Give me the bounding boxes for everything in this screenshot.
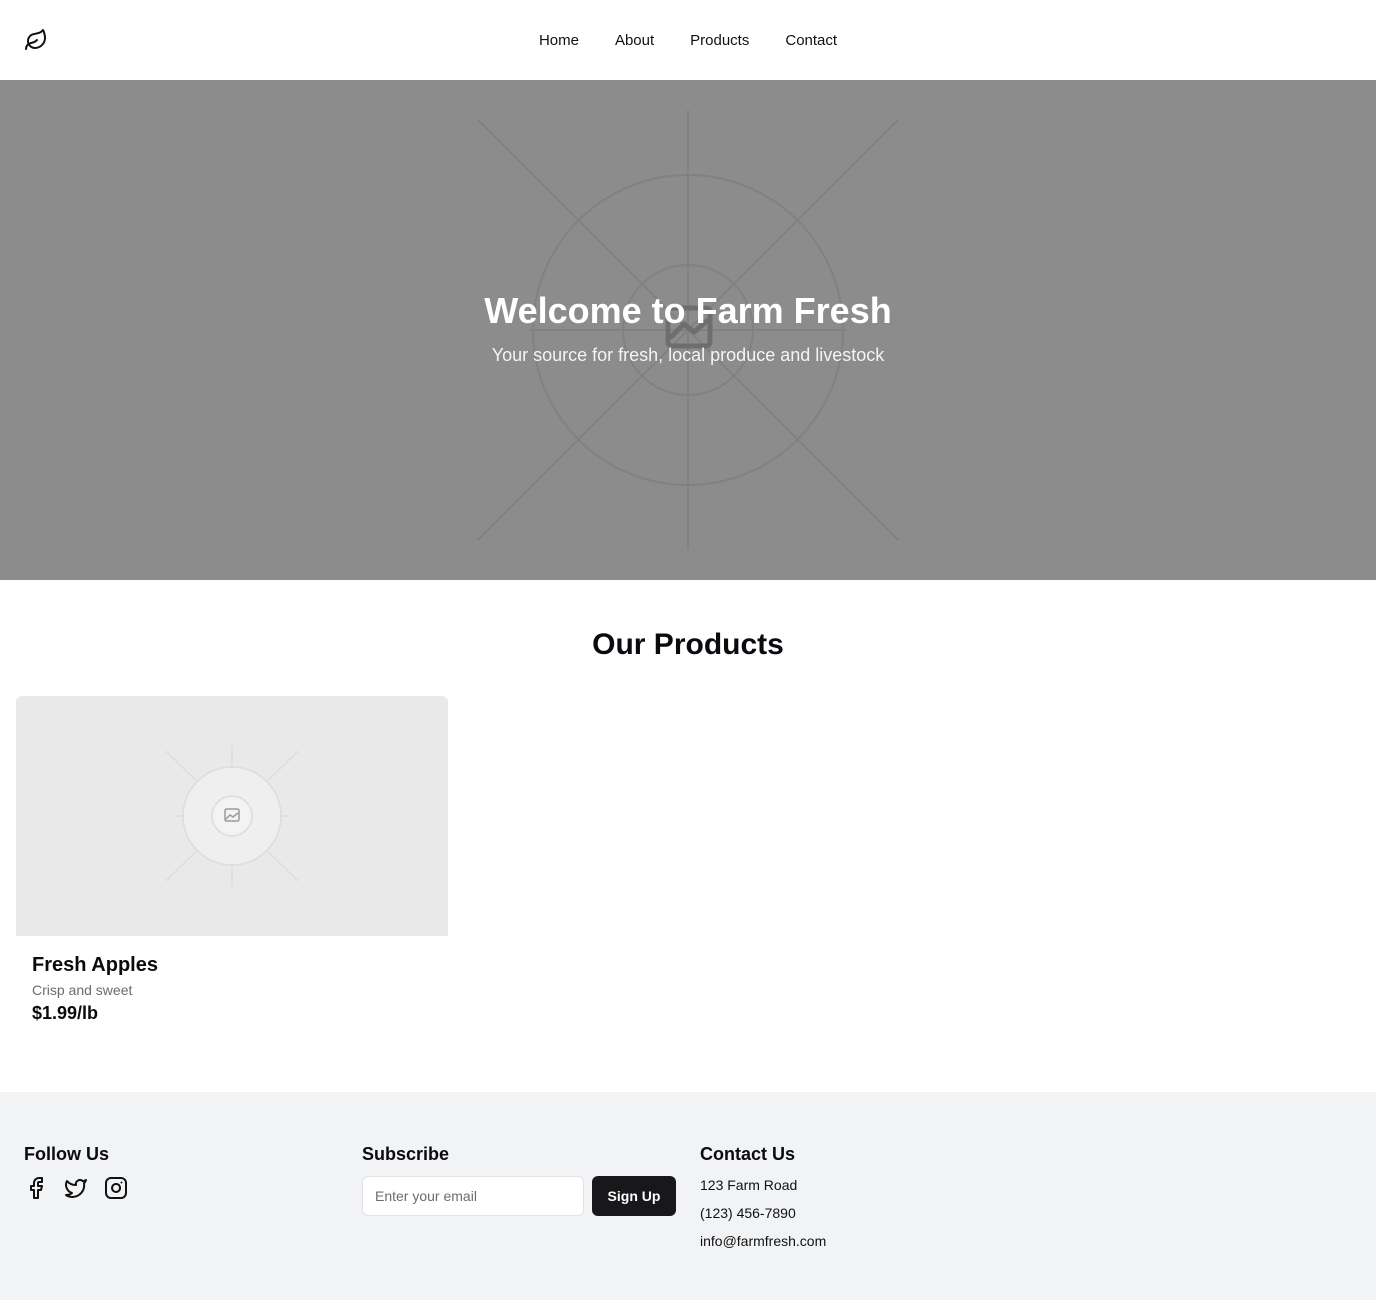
contact-email: info@farmfresh.com bbox=[700, 1233, 827, 1249]
email-input[interactable] bbox=[362, 1176, 584, 1216]
site-footer: Follow Us Subscribe Sign Up Contact Us 1… bbox=[0, 1092, 1376, 1300]
product-name: Fresh Apples bbox=[32, 954, 158, 976]
main-nav: Home About Products Contact bbox=[0, 0, 1376, 80]
follow-us-heading: Follow Us bbox=[24, 1144, 109, 1164]
product-description: Crisp and sweet bbox=[32, 982, 133, 998]
hero-subtitle: Your source for fresh, local produce and… bbox=[491, 345, 885, 365]
hero-title: Welcome to Farm Fresh bbox=[484, 290, 892, 331]
instagram-icon[interactable] bbox=[104, 1176, 128, 1200]
contact-phone: (123) 456-7890 bbox=[700, 1205, 796, 1221]
site-header: Home About Products Contact bbox=[0, 0, 1376, 80]
hero-section: Welcome to Farm Fresh Your source for fr… bbox=[0, 80, 1376, 580]
nav-home[interactable]: Home bbox=[539, 32, 579, 49]
contact-us-heading: Contact Us bbox=[700, 1144, 796, 1164]
nav-about[interactable]: About bbox=[615, 32, 654, 49]
facebook-icon[interactable] bbox=[24, 1176, 48, 1200]
subscribe-heading: Subscribe bbox=[362, 1144, 450, 1164]
nav-contact[interactable]: Contact bbox=[785, 32, 837, 49]
product-image bbox=[16, 696, 448, 936]
twitter-icon[interactable] bbox=[64, 1176, 88, 1200]
products-heading: Our Products bbox=[592, 628, 784, 661]
contact-address: 123 Farm Road bbox=[700, 1177, 798, 1193]
nav-products[interactable]: Products bbox=[690, 32, 749, 49]
product-price: $1.99/lb bbox=[32, 1003, 99, 1023]
product-card[interactable]: Fresh Apples Crisp and sweet $1.99/lb bbox=[16, 696, 448, 1036]
sign-up-button[interactable]: Sign Up bbox=[592, 1176, 676, 1216]
